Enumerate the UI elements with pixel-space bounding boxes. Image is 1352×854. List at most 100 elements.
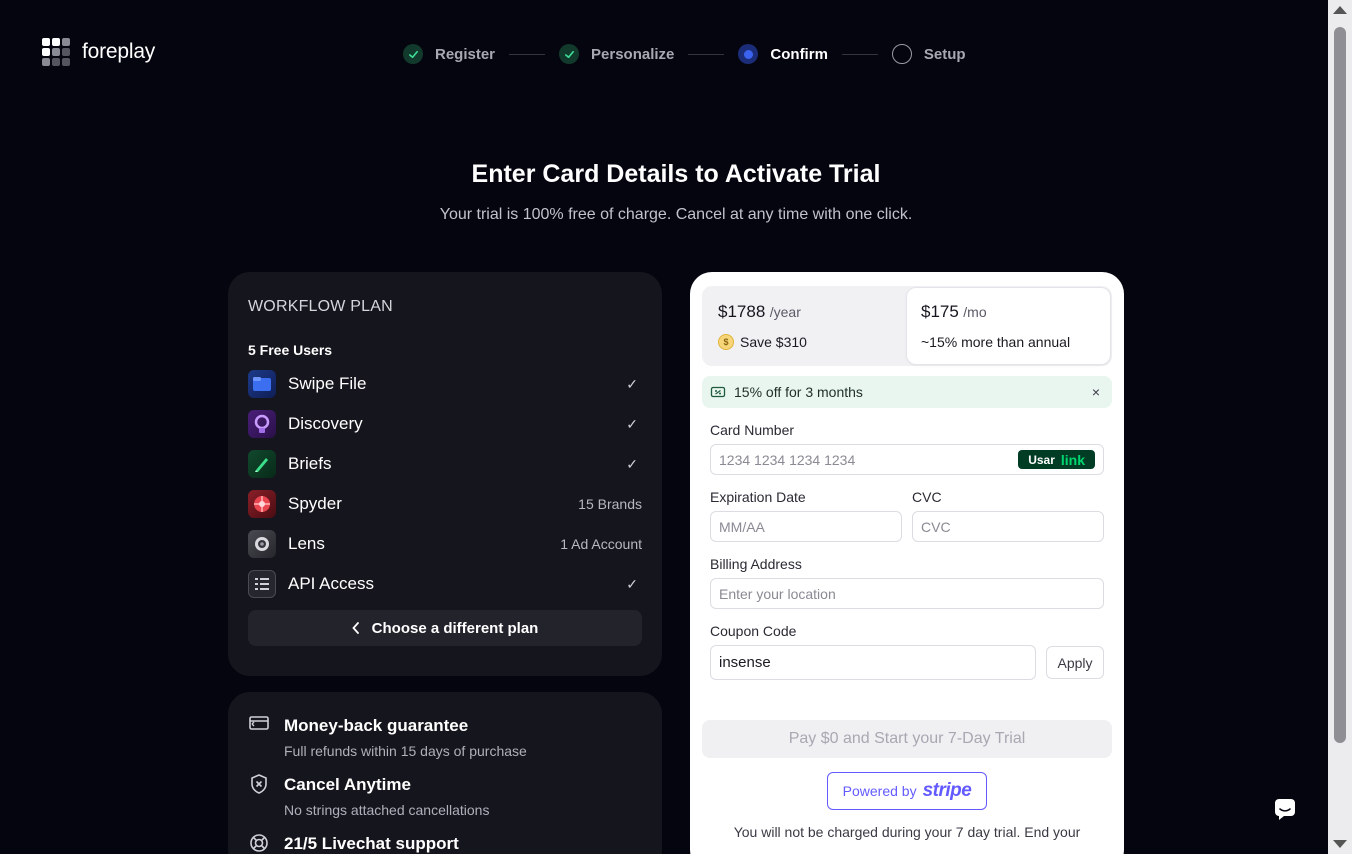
check-icon: [559, 44, 580, 64]
apply-coupon-button[interactable]: Apply: [1046, 646, 1104, 679]
lens-icon: [248, 530, 276, 558]
step-personalize: Personalize: [559, 44, 674, 64]
feature-value: ✓: [626, 575, 638, 592]
billing-option-monthly[interactable]: $175 /mo ~15% more than annual: [907, 288, 1110, 364]
billing-address-placeholder: Enter your location: [719, 585, 836, 602]
swipe-file-icon: [248, 370, 276, 398]
coupon-code-field[interactable]: insense: [710, 645, 1036, 680]
chat-launcher-button[interactable]: [1272, 796, 1298, 822]
card-number-placeholder: 1234 1234 1234 1234: [719, 451, 856, 468]
expiration-field[interactable]: MM/AA: [710, 511, 902, 542]
guarantee-title: 21/5 Livechat support: [284, 834, 459, 853]
payment-card: $1788 /year $ Save $310 $175 /mo ~15% mor…: [690, 272, 1124, 854]
monthly-note: ~15% more than annual: [921, 334, 1071, 350]
scroll-up-arrow-icon[interactable]: [1333, 6, 1347, 14]
briefs-icon: [248, 450, 276, 478]
guarantee-title: Cancel Anytime: [284, 775, 411, 794]
guarantees-card: Money-back guarantee Full refunds within…: [228, 692, 662, 854]
active-dot-icon: [738, 44, 759, 64]
stripe-logo: stripe: [922, 780, 972, 801]
page-subtitle: Your trial is 100% free of charge. Cance…: [439, 206, 913, 223]
guarantee-subtitle: No strings attached cancellations: [284, 802, 490, 818]
page-title: Enter Card Details to Activate Trial: [471, 160, 881, 188]
brand-logo[interactable]: foreplay: [42, 38, 155, 66]
chat-icon: [1275, 799, 1295, 820]
chevron-left-icon: [351, 622, 359, 634]
guarantee-title: Money-back guarantee: [284, 716, 469, 735]
feature-row: Discovery ✓: [248, 410, 642, 438]
billing-option-annual[interactable]: $1788 /year $ Save $310: [704, 288, 907, 364]
guarantee-subtitle: Full refunds within 15 days of purchase: [284, 743, 527, 759]
page-scrollbar[interactable]: [1328, 0, 1352, 854]
coupon-code-value: insense: [719, 654, 771, 671]
feature-row: Swipe File ✓: [248, 370, 642, 398]
feature-name: Discovery: [288, 414, 363, 433]
billing-address-field[interactable]: Enter your location: [710, 578, 1104, 609]
scroll-down-arrow-icon[interactable]: [1333, 840, 1347, 848]
cvc-label: CVC: [912, 489, 942, 505]
feature-name: Swipe File: [288, 374, 367, 393]
step-label: Personalize: [591, 45, 675, 63]
link-logo: link: [1060, 451, 1085, 468]
progress-stepper: Register Personalize Confirm Setup: [403, 44, 966, 64]
cvc-placeholder: CVC: [921, 518, 951, 535]
feature-name: API Access: [288, 574, 374, 593]
guarantee-item: 21/5 Livechat support: [248, 832, 642, 854]
feature-value: 1 Ad Account: [560, 536, 642, 552]
check-icon: [403, 44, 423, 64]
discovery-icon: [248, 410, 276, 438]
feature-name: Lens: [288, 534, 325, 553]
guarantee-item: Cancel Anytime No strings attached cance…: [248, 773, 642, 818]
annual-price: $1788: [718, 302, 766, 321]
card-form: Card Number 1234 1234 1234 1234 Usar lin…: [702, 422, 1112, 680]
guarantee-item: Money-back guarantee Full refunds within…: [248, 714, 642, 759]
feature-value: 15 Brands: [578, 496, 642, 512]
step-divider: [841, 53, 878, 55]
feature-name: Spyder: [288, 494, 342, 513]
close-icon[interactable]: ×: [1092, 384, 1100, 400]
monthly-period: /mo: [963, 304, 987, 320]
api-access-icon: [248, 570, 276, 598]
annual-note: Save $310: [740, 334, 807, 350]
brand-name: foreplay: [82, 40, 156, 63]
feature-row: API Access ✓: [248, 570, 642, 598]
feature-row: Briefs ✓: [248, 450, 642, 478]
cvc-field[interactable]: CVC: [912, 511, 1104, 542]
spyder-icon: [248, 490, 276, 518]
link-use-label: Usar: [1028, 452, 1055, 467]
scroll-thumb[interactable]: [1334, 27, 1346, 743]
feature-row: Spyder 15 Brands: [248, 490, 642, 518]
step-label: Setup: [923, 45, 966, 63]
feature-value: ✓: [626, 375, 638, 392]
plan-title: WORKFLOW PLAN: [248, 298, 393, 315]
lifebuoy-icon: [248, 832, 272, 854]
promo-text: 15% off for 3 months: [734, 384, 863, 400]
coin-icon: $: [718, 334, 734, 350]
feature-value: ✓: [626, 415, 638, 432]
step-label: Confirm: [770, 45, 828, 63]
powered-by-stripe-badge[interactable]: Powered by stripe: [827, 772, 987, 810]
billing-address-label: Billing Address: [710, 556, 802, 572]
logo-grid-icon: [42, 38, 70, 66]
annual-period: /year: [769, 304, 801, 320]
choose-plan-label: Choose a different plan: [371, 619, 539, 637]
ticket-icon: [710, 386, 726, 398]
shield-x-icon: [248, 773, 272, 797]
step-label: Register: [435, 45, 496, 63]
billing-toggle: $1788 /year $ Save $310 $175 /mo ~15% mor…: [702, 286, 1112, 366]
coupon-code-label: Coupon Code: [710, 623, 797, 639]
plan-users: 5 Free Users: [248, 342, 333, 358]
start-trial-button[interactable]: Pay $0 and Start your 7-Day Trial: [702, 720, 1112, 758]
feature-row: Lens 1 Ad Account: [248, 530, 642, 558]
card-number-field[interactable]: 1234 1234 1234 1234 Usar link: [710, 444, 1104, 475]
step-divider: [688, 53, 725, 55]
feature-name: Briefs: [288, 454, 332, 473]
empty-circle-icon: [891, 44, 912, 64]
step-setup: Setup: [891, 44, 966, 64]
money-back-icon: [248, 714, 272, 738]
plan-card: WORKFLOW PLAN 5 Free Users Swipe File ✓ …: [228, 272, 662, 676]
trial-disclaimer: You will not be charged during your 7 da…: [733, 824, 1081, 840]
link-pay-button[interactable]: Usar link: [1018, 450, 1095, 469]
expiration-placeholder: MM/AA: [719, 518, 765, 535]
choose-different-plan-button[interactable]: Choose a different plan: [248, 610, 642, 646]
